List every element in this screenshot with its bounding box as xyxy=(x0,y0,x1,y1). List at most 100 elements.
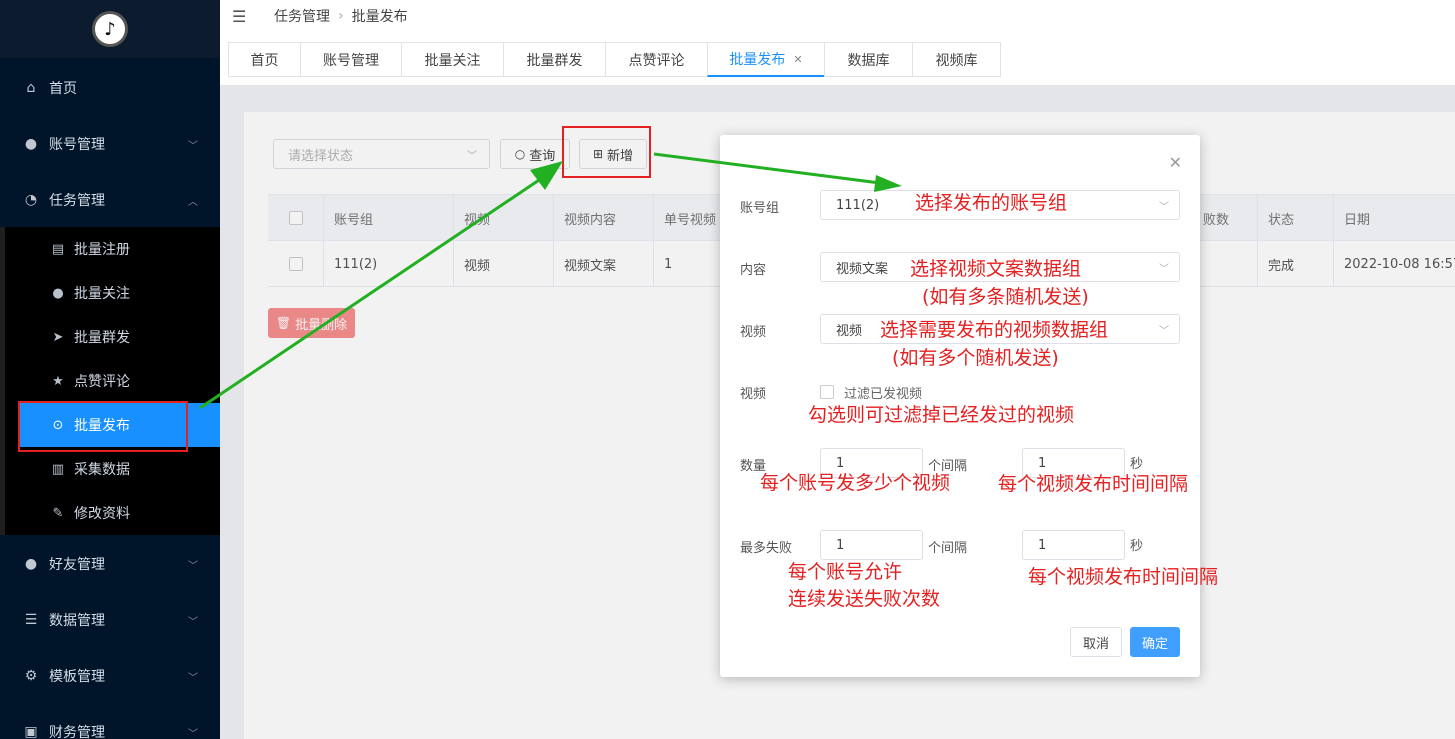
annotation-count-interval: 每个视频发布时间间隔 xyxy=(998,473,1189,495)
close-icon[interactable]: ✕ xyxy=(1169,153,1182,172)
tab-label: 首页 xyxy=(250,52,279,69)
sidebar-item-label: 采集数据 xyxy=(74,462,130,478)
maxfail-input[interactable]: 1 xyxy=(820,530,923,560)
content-value: 视频文案 xyxy=(836,261,889,277)
maxfail-interval-unit: 秒 xyxy=(1130,539,1144,554)
star-icon: ★ xyxy=(52,373,64,389)
sidebar-item-tasks[interactable]: ◔ 任务管理 ︿ xyxy=(0,172,220,228)
annotation-maxfail-2: 连续发送失败次数 xyxy=(788,588,941,610)
tab-like-comment[interactable]: 点赞评论 xyxy=(605,42,708,77)
account-group-label: 账号组 xyxy=(740,201,780,216)
sidebar-item-edit-profile[interactable]: ✎ 修改资料 xyxy=(0,491,220,535)
tab-label: 账号管理 xyxy=(323,52,379,69)
annotation-filter: 勾选则可过滤掉已经发过的视频 xyxy=(808,404,1075,426)
close-icon[interactable]: ✕ xyxy=(793,53,802,66)
annotation-content-1: 选择视频文案数据组 xyxy=(910,258,1082,280)
maxfail-label: 最多失败 xyxy=(740,541,793,556)
sidebar-item-friends[interactable]: ● 好友管理 ﹀ xyxy=(0,536,220,592)
chevron-down-icon: ﹀ xyxy=(188,728,198,739)
sidebar-item-label: 财务管理 xyxy=(49,725,105,739)
user-icon: ● xyxy=(52,285,64,301)
filter-label: 视频 xyxy=(740,387,767,402)
collect-icon: ▥ xyxy=(51,461,65,477)
video-value: 视频 xyxy=(836,323,863,339)
filter-sent-checkbox[interactable] xyxy=(820,385,834,399)
breadcrumb: 任务管理 › 批量发布 xyxy=(274,6,408,26)
tab-home[interactable]: 首页 xyxy=(228,42,301,77)
breadcrumb-parent[interactable]: 任务管理 xyxy=(274,6,330,26)
sidebar-item-label: 模板管理 xyxy=(49,669,105,685)
annotation-count: 每个账号发多少个视频 xyxy=(760,472,951,494)
tab-label: 点赞评论 xyxy=(628,52,685,69)
edit-icon: ✎ xyxy=(52,505,64,521)
confirm-button[interactable]: 确定 xyxy=(1130,627,1180,657)
batch-publish-highlight xyxy=(18,401,188,452)
tab-accounts[interactable]: 账号管理 xyxy=(300,42,402,77)
annotation-account-group: 选择发布的账号组 xyxy=(915,192,1068,214)
timer-icon: ◔ xyxy=(24,192,38,208)
tab-label: 批量关注 xyxy=(424,52,481,69)
sidebar-item-label: 首页 xyxy=(49,81,77,97)
sidebar-item-collect-data[interactable]: ▥ 采集数据 xyxy=(0,447,220,491)
home-icon: ⌂ xyxy=(26,80,36,96)
add-button-highlight xyxy=(562,126,651,178)
content-label: 内容 xyxy=(740,263,767,278)
sidebar-item-finance[interactable]: ▣ 财务管理 ﹀ xyxy=(0,704,220,739)
tab-batch-send[interactable]: 批量群发 xyxy=(503,42,606,77)
tab-label: 批量群发 xyxy=(526,52,583,69)
chevron-down-icon: ﹀ xyxy=(1159,325,1169,337)
chevron-down-icon: ﹀ xyxy=(1159,201,1169,213)
tab-database[interactable]: 数据库 xyxy=(824,42,913,77)
menu-toggle-icon[interactable]: ☰ xyxy=(232,7,250,26)
tab-label: 批量发布 xyxy=(729,52,786,68)
sidebar-item-templates[interactable]: ⚙ 模板管理 ﹀ xyxy=(0,648,220,704)
tab-batch-publish[interactable]: 批量发布 ✕ xyxy=(707,42,825,77)
logo-area: ♪ xyxy=(0,0,220,58)
maxfail-interval-input[interactable]: 1 xyxy=(1022,530,1125,560)
sidebar-item-label: 数据管理 xyxy=(49,613,105,629)
sidebar-item-batch-send[interactable]: ➤ 批量群发 xyxy=(0,315,220,359)
tab-label: 视频库 xyxy=(935,52,978,69)
tab-bar: 首页 账号管理 批量关注 批量群发 点赞评论 批量发布 ✕ 数据库 视频库 xyxy=(220,32,1455,86)
register-icon: ▤ xyxy=(51,241,65,257)
tiktok-logo-icon: ♪ xyxy=(92,11,128,47)
sidebar-item-accounts[interactable]: ● 账号管理 ﹀ xyxy=(0,116,220,172)
maxfail-unit: 个间隔 xyxy=(928,541,968,556)
tab-batch-follow[interactable]: 批量关注 xyxy=(401,42,504,77)
annotation-video-1: 选择需要发布的视频数据组 xyxy=(880,319,1109,341)
sidebar-item-batch-register[interactable]: ▤ 批量注册 xyxy=(0,227,220,271)
tab-video-library[interactable]: 视频库 xyxy=(912,42,1001,77)
send-icon: ➤ xyxy=(52,329,64,345)
sidebar-item-home[interactable]: ⌂ 首页 xyxy=(0,60,220,116)
chevron-down-icon: ﹀ xyxy=(188,616,198,628)
sidebar-item-label: 批量注册 xyxy=(74,242,130,258)
chevron-down-icon: ﹀ xyxy=(188,560,198,572)
sidebar-item-label: 批量群发 xyxy=(74,330,130,346)
tab-label: 数据库 xyxy=(847,52,890,69)
sidebar-item-label: 账号管理 xyxy=(49,137,105,153)
sidebar-item-label: 点赞评论 xyxy=(74,374,130,390)
chevron-down-icon: ﹀ xyxy=(188,140,198,152)
breadcrumb-current: 批量发布 xyxy=(351,9,408,25)
annotation-maxfail-1: 每个账号允许 xyxy=(788,561,903,583)
sidebar-item-label: 任务管理 xyxy=(49,193,105,209)
sidebar-item-label: 好友管理 xyxy=(49,557,105,573)
gear-icon: ⚙ xyxy=(24,668,38,684)
task-submenu: ▤ 批量注册 ● 批量关注 ➤ 批量群发 ★ 点赞评论 ⊙ 批量发布 ▥ 采集数… xyxy=(0,227,220,535)
sidebar-item-like-comment[interactable]: ★ 点赞评论 xyxy=(0,359,220,403)
video-label: 视频 xyxy=(740,325,767,340)
cancel-button[interactable]: 取消 xyxy=(1070,627,1122,657)
breadcrumb-separator-icon: › xyxy=(338,8,344,24)
annotation-content-2: (如有多条随机发送) xyxy=(922,286,1089,308)
database-icon: ☰ xyxy=(24,612,38,628)
sidebar-item-batch-follow[interactable]: ● 批量关注 xyxy=(0,271,220,315)
sidebar-item-data[interactable]: ☰ 数据管理 ﹀ xyxy=(0,592,220,648)
chevron-up-icon: ︿ xyxy=(188,196,198,208)
sidebar: ♪ ⌂ 首页 ● 账号管理 ﹀ ◔ 任务管理 ︿ ▤ 批量注册 ● 批量关注 ➤… xyxy=(0,0,220,739)
chevron-down-icon: ﹀ xyxy=(188,672,198,684)
user-icon: ● xyxy=(24,136,38,152)
annotation-maxfail-interval: 每个视频发布时间间隔 xyxy=(1028,566,1219,588)
finance-icon: ▣ xyxy=(24,724,38,739)
top-header: ☰ 任务管理 › 批量发布 xyxy=(220,0,1455,32)
sidebar-item-label: 批量关注 xyxy=(74,286,130,302)
